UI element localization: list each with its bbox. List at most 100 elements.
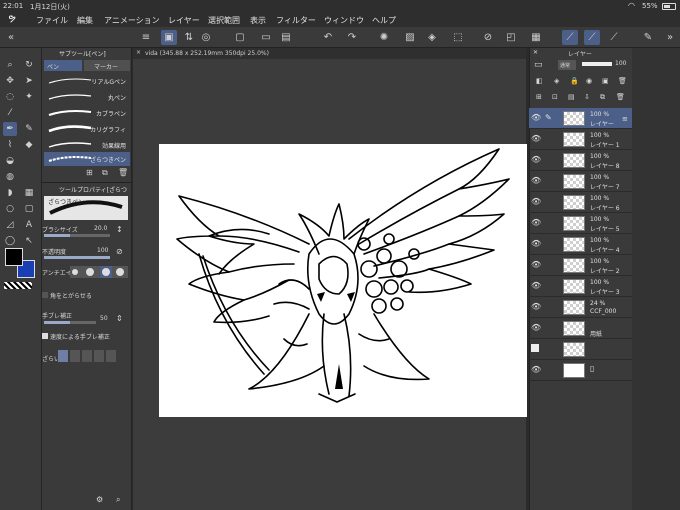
eyedropper-icon[interactable]: ⁄ [3,106,17,120]
visibility-eye-icon[interactable]: 👁 [531,197,541,207]
layer-row[interactable]: 👁 100 % レイヤー 5 [529,213,632,234]
close-panel-icon[interactable]: ✕ [533,49,538,56]
layer-property-icon[interactable]: ▭ [534,60,543,70]
menu-icon[interactable]: ≡ [138,30,154,45]
new-folder-icon[interactable]: ▣ [602,77,609,85]
mask-icon[interactable]: ◉ [586,77,592,85]
lasso-icon[interactable]: ◌ [3,90,17,104]
gradient-icon[interactable]: ▦ [22,186,36,200]
water-icon[interactable]: ◍ [3,170,17,184]
layer-row[interactable]: 👁 用紙 [529,318,632,339]
layer-row[interactable]: 👁 ✎ 100 % レイヤー ≡ [529,108,632,129]
loading-icon[interactable]: ✺ [376,30,392,45]
correction-icon[interactable]: ↖ [22,234,36,248]
visibility-eye-icon[interactable]: 👁 [531,218,541,228]
collapse-right-icon[interactable]: » [662,30,678,45]
grid-snap-icon[interactable]: ⟋ [606,30,622,45]
reset-search-icon[interactable]: ⌕ [116,495,120,505]
main-color-swatch[interactable] [5,248,23,266]
transparent-color-swatch[interactable] [4,282,32,289]
menu-edit[interactable]: 編集 [77,15,93,26]
stabilization-slider[interactable] [44,321,96,324]
layer-menu-icon[interactable]: ≡ [622,115,628,123]
frame-icon[interactable]: ▢ [22,202,36,216]
new-layer-folder-icon[interactable]: ▤ [568,93,575,101]
menu-help[interactable]: ヘルプ [372,15,396,26]
fill-icon[interactable]: ◈ [424,30,440,45]
visibility-eye-icon[interactable]: 👁 [531,239,541,249]
clear-icon[interactable]: ▨ [402,30,418,45]
balloon-icon[interactable]: ◯ [3,234,17,248]
layer-row[interactable]: 👁 100 % レイヤー 4 [529,234,632,255]
texture-selector[interactable] [58,350,130,362]
stabilization-stepper-icon[interactable]: ⇕ [116,314,123,323]
duplicate-layer-icon[interactable]: ⧉ [600,93,605,102]
merge-down-icon[interactable]: ⇩ [584,93,590,101]
antialias-selector[interactable] [70,266,128,278]
canvas-tab[interactable]: × vida (345.88 x 252.19mm 350dpi 25.0%) [133,48,526,59]
menu-view[interactable]: 表示 [250,15,266,26]
visibility-eye-icon[interactable]: 👁 [531,281,541,291]
stabilization-value[interactable]: 50 [100,315,108,322]
paper-layer-row[interactable]: 👁 ▯ [529,360,632,381]
duplicate-subtool-icon[interactable]: ⧉ [102,168,108,178]
layer-row[interactable]: 👁 100 % レイヤー 3 [529,276,632,297]
blend-mode-select[interactable]: 通常 [558,60,576,70]
edit-pen-icon[interactable]: ✎ [545,113,552,122]
pressure-icon[interactable]: ↕ [116,225,123,234]
layer-row[interactable]: 👁 100 % レイヤー 6 [529,192,632,213]
brush-item[interactable]: リアルGペン [44,74,130,88]
lock-layer-icon[interactable]: 🔒 [570,77,579,85]
eraser-icon[interactable]: ◆ [22,138,36,152]
delete-layer-icon[interactable]: 🗑 [618,77,627,85]
save-icon[interactable]: ▤ [278,30,294,45]
layer-opacity-slider[interactable] [582,62,612,66]
zoom-icon[interactable]: ⌕ [3,58,17,72]
visibility-eye-icon[interactable]: 👁 [531,134,541,144]
brush-item[interactable]: 丸ペン [44,90,130,104]
ruler-icon[interactable]: ◿ [3,218,17,232]
brush-icon[interactable]: ⌇ [3,138,17,152]
redo-icon[interactable]: ↷ [344,30,360,45]
deselect-icon[interactable]: ⊘ [480,30,496,45]
ruler-snap-icon[interactable]: ⟋ [562,30,578,45]
layer-row[interactable] [529,339,632,360]
layer-opacity-value[interactable]: 100 [615,60,626,67]
add-subtool-icon[interactable]: ⊞ [86,168,93,177]
clip-layer-icon[interactable]: ◧ [536,77,543,85]
layer-row[interactable]: 👁 24 % CCF_000 [529,297,632,318]
opacity-lock-icon[interactable]: ⊘ [116,247,123,256]
visibility-eye-icon[interactable]: 👁 [531,155,541,165]
brush-item-selected[interactable]: ざらつきペン [44,152,130,166]
undo-icon[interactable]: ↶ [320,30,336,45]
opacity-slider[interactable] [44,256,110,259]
menu-selection[interactable]: 選択範囲 [208,15,240,26]
menu-layer[interactable]: レイヤー [168,15,200,26]
visibility-eye-icon[interactable]: 👁 [531,323,541,333]
tab-pen[interactable]: ペン [44,60,82,71]
visibility-eye-icon[interactable]: 👁 [531,260,541,270]
menu-filter[interactable]: フィルター [276,15,316,26]
trash-layer-icon[interactable]: 🗑 [616,93,625,101]
pen-icon[interactable]: ✒ [3,122,17,136]
visibility-eye-icon[interactable]: 👁 [531,113,541,123]
select-all-icon[interactable]: ▦ [528,30,544,45]
new-vector-layer-icon[interactable]: ⊡ [552,93,558,101]
transform-icon[interactable]: ⬚ [450,30,466,45]
rotate-icon[interactable]: ↻ [22,58,36,72]
close-canvas-icon[interactable]: × [136,49,141,56]
pencil-icon[interactable]: ✎ [22,122,36,136]
menu-window[interactable]: ウィンドウ [324,15,364,26]
pointed-checkbox[interactable] [42,292,48,298]
visibility-eye-icon[interactable]: 👁 [531,365,541,375]
new-raster-layer-icon[interactable]: ⊞ [536,93,542,101]
brush-item[interactable]: 効果線用 [44,138,130,152]
layer-row[interactable]: 👁 100 % レイヤー 1 [529,129,632,150]
tool-settings-icon[interactable]: ⚙ [96,495,103,504]
visibility-eye-icon[interactable]: 👁 [531,302,541,312]
magic-wand-icon[interactable]: ✦ [22,90,36,104]
delete-subtool-icon[interactable]: 🗑 [118,168,128,177]
object-icon[interactable]: ➤ [22,74,36,88]
new-file-icon[interactable]: ▢ [232,30,248,45]
visibility-toggle-icon[interactable] [531,344,539,352]
